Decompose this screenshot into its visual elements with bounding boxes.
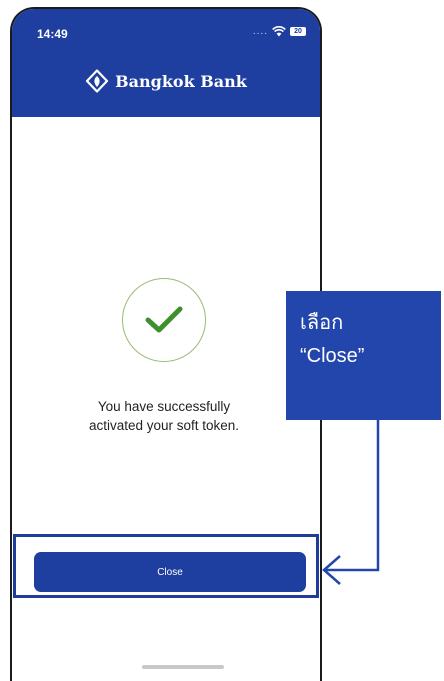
callout-arrow [322, 420, 380, 585]
